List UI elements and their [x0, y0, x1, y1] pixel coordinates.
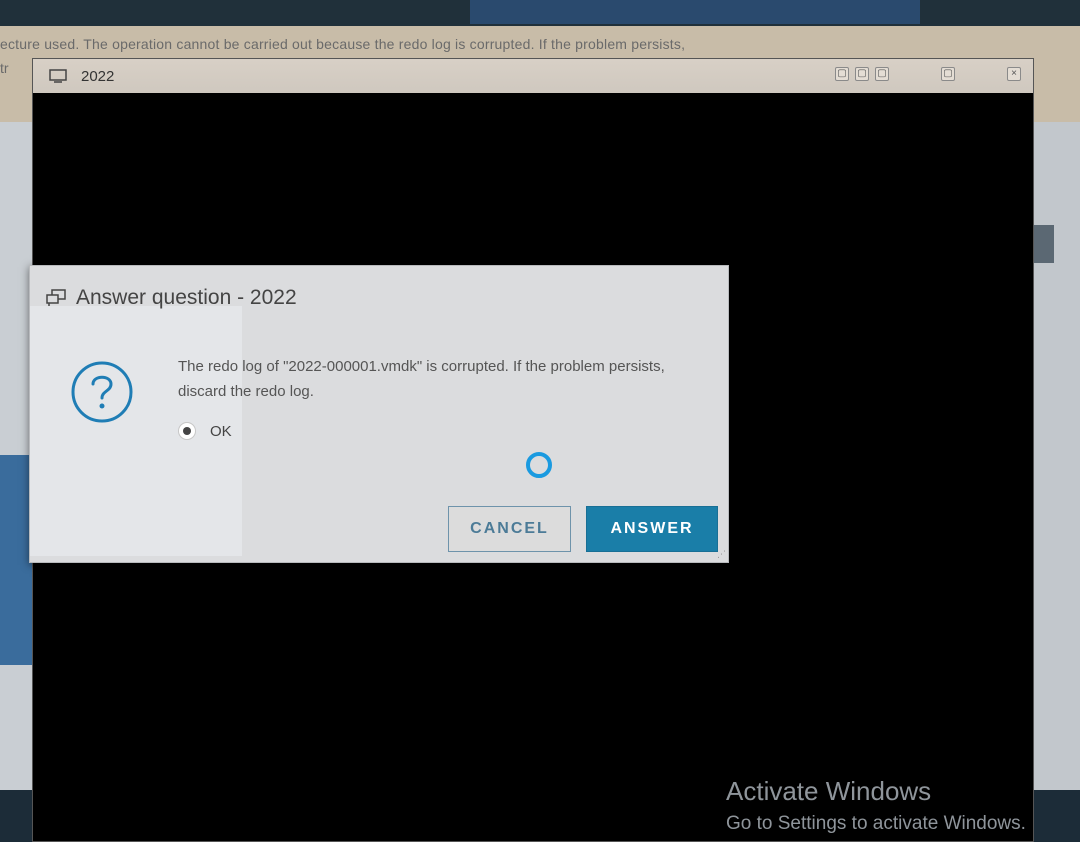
dialog-message: The redo log of "2022-000001.vmdk" is co… — [178, 358, 665, 400]
dialog-header: Answer question - 2022 — [46, 286, 297, 310]
titlebar-controls: ▢ ▢ ▢ ▢ × — [835, 67, 1021, 81]
resize-grip-icon[interactable]: ⋰ — [717, 549, 726, 560]
answer-button[interactable]: ANSWER — [586, 506, 718, 552]
fit-window-icon[interactable]: ▢ — [875, 67, 889, 81]
spinner-icon — [526, 452, 552, 478]
radio-selected-dot — [183, 427, 191, 435]
option-ok-radio[interactable] — [178, 422, 196, 440]
monitor-icon — [49, 69, 67, 83]
close-icon[interactable]: × — [1007, 67, 1021, 81]
watermark-title: Activate Windows — [726, 776, 932, 806]
blue-tab — [470, 0, 920, 24]
answer-question-dialog: Answer question - 2022 The redo log of "… — [29, 265, 729, 563]
dialog-title: Answer question - 2022 — [76, 286, 297, 309]
question-circle-icon — [71, 361, 133, 423]
banner-text-2: tr — [0, 60, 9, 76]
cancel-button[interactable]: CANCEL — [448, 506, 571, 552]
activate-windows-watermark: Activate Windows Go to Settings to activ… — [726, 776, 1026, 835]
background-right-bar — [1034, 225, 1054, 263]
option-ok[interactable]: OK — [178, 422, 232, 440]
top-strip — [0, 0, 1080, 26]
console-titlebar[interactable]: 2022 ▢ ▢ ▢ ▢ × — [33, 59, 1033, 93]
chat-bubbles-icon — [46, 289, 66, 306]
console-title: 2022 — [81, 67, 115, 85]
spacer-2 — [961, 67, 1001, 81]
fullscreen-icon[interactable]: ▢ — [941, 67, 955, 81]
banner-text: ecture used. The operation cannot be car… — [0, 36, 686, 52]
send-ctrl-alt-del-icon[interactable]: ▢ — [835, 67, 849, 81]
keyboard-icon[interactable]: ▢ — [855, 67, 869, 81]
option-ok-label[interactable]: OK — [210, 423, 232, 440]
watermark-subtitle: Go to Settings to activate Windows. — [726, 813, 1026, 834]
